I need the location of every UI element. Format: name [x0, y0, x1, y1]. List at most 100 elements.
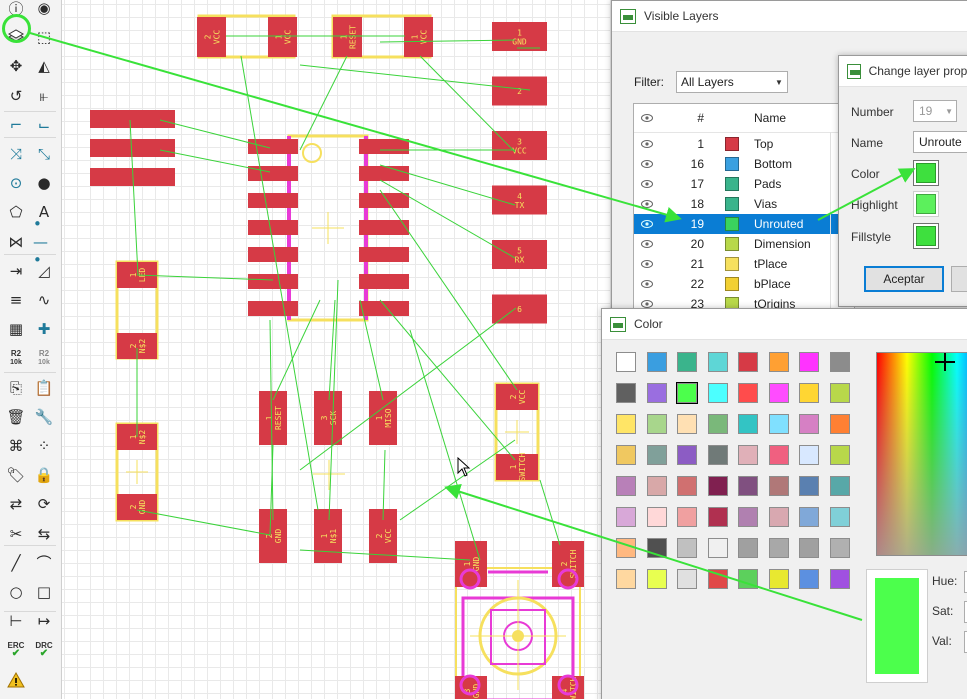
- basic-color-swatch[interactable]: [616, 476, 636, 496]
- eye-icon[interactable]: [634, 300, 660, 308]
- basic-color-swatch[interactable]: [829, 445, 850, 465]
- wave-icon[interactable]: ∿: [33, 289, 55, 311]
- basic-color-swatch[interactable]: [799, 476, 819, 496]
- filter-select[interactable]: All Layers ▼: [676, 71, 788, 93]
- eye-icon[interactable]: [634, 240, 660, 248]
- basic-color-swatch[interactable]: [646, 507, 667, 527]
- ic-pin[interactable]: [248, 166, 298, 181]
- pad[interactable]: 1RESET: [333, 17, 362, 57]
- eye-icon[interactable]: [634, 140, 660, 148]
- basic-color-swatch[interactable]: [738, 538, 758, 558]
- optimize-icon[interactable]: ⟳: [33, 493, 55, 515]
- pad[interactable]: 1VCC: [404, 17, 433, 57]
- basic-color-swatch[interactable]: [646, 476, 667, 496]
- signal-icon[interactable]: ⋈: [5, 231, 27, 253]
- icsp-pad[interactable]: 1N$1: [314, 509, 342, 563]
- header-pad[interactable]: 4 TX: [492, 185, 547, 215]
- basic-color-swatch[interactable]: [768, 507, 789, 527]
- package-icon[interactable]: ▦: [5, 318, 27, 340]
- header-pad[interactable]: 6: [492, 294, 547, 324]
- basic-color-swatch[interactable]: [799, 414, 819, 434]
- basic-color-swatch[interactable]: [646, 569, 667, 589]
- basic-color-swatch[interactable]: [616, 414, 636, 434]
- header-pad[interactable]: 2: [492, 76, 547, 106]
- layer-row[interactable]: 1 Top: [634, 134, 854, 154]
- delete-icon[interactable]: 🗑: [5, 406, 27, 428]
- ic-pin[interactable]: [248, 193, 298, 208]
- button-pad[interactable]: 3GND: [455, 676, 487, 699]
- basic-color-swatch[interactable]: [707, 383, 728, 403]
- basic-color-swatch[interactable]: [616, 383, 636, 403]
- button-pad[interactable]: 2SWITCH: [552, 541, 584, 587]
- basic-color-swatch[interactable]: [677, 476, 697, 496]
- ic-pin[interactable]: [359, 139, 409, 154]
- layer-row[interactable]: 20 Dimension: [634, 234, 854, 254]
- basic-color-swatch[interactable]: [677, 352, 697, 372]
- cut-icon[interactable]: ✂: [5, 523, 27, 545]
- basic-color-swatch[interactable]: [738, 445, 758, 465]
- basic-color-swatch[interactable]: [646, 383, 667, 403]
- ripup-icon[interactable]: ⌙: [33, 114, 55, 136]
- fillstyle-button[interactable]: [913, 223, 939, 249]
- basic-color-swatch[interactable]: [738, 383, 758, 403]
- group-icon[interactable]: ⁘: [33, 435, 55, 457]
- align-icon[interactable]: ⫦: [33, 85, 55, 107]
- basic-color-swatch[interactable]: [646, 414, 667, 434]
- basic-color-swatch[interactable]: [677, 445, 697, 465]
- basic-color-swatch[interactable]: [829, 352, 850, 372]
- basic-color-swatch[interactable]: [616, 445, 636, 465]
- replace-icon[interactable]: ⇄: [5, 493, 27, 515]
- lock-icon[interactable]: 🔒: [33, 464, 55, 486]
- layer-row[interactable]: 17 Pads: [634, 174, 854, 194]
- eye-icon[interactable]: [634, 160, 660, 168]
- basic-color-swatch[interactable]: [768, 383, 789, 403]
- basic-color-swatch[interactable]: [738, 352, 758, 372]
- eye-icon[interactable]: [634, 260, 660, 268]
- miter-icon[interactable]: ◿: [33, 260, 55, 282]
- basic-color-swatch[interactable]: [738, 569, 758, 589]
- dim-icon[interactable]: ⊢: [5, 610, 27, 632]
- basic-color-swatch[interactable]: [707, 569, 728, 589]
- ic-pin[interactable]: [359, 301, 409, 316]
- layer-row[interactable]: 16 Bottom: [634, 154, 854, 174]
- switch-pad[interactable]: 1SWITCH: [496, 452, 538, 481]
- select-icon[interactable]: ⬚: [33, 26, 55, 48]
- basic-color-swatch[interactable]: [738, 507, 758, 527]
- pad[interactable]: [90, 139, 175, 157]
- color-spectrum[interactable]: [876, 352, 967, 556]
- add-via-icon[interactable]: ⊙: [5, 172, 27, 194]
- basic-color-swatch[interactable]: [768, 538, 789, 558]
- basic-color-swatch[interactable]: [738, 414, 758, 434]
- basic-color-swatch[interactable]: [829, 383, 850, 403]
- smash-icon[interactable]: ⌘: [5, 435, 27, 457]
- basic-color-swatch[interactable]: [799, 352, 819, 372]
- basic-color-swatch[interactable]: [677, 507, 697, 527]
- pad[interactable]: 2VCC: [197, 17, 226, 57]
- header-pad[interactable]: 1 GND: [492, 22, 547, 51]
- switch-pad[interactable]: 2VCC: [496, 384, 538, 410]
- basic-color-swatch[interactable]: [829, 569, 850, 589]
- circle-icon[interactable]: ○: [5, 581, 27, 603]
- measure-icon[interactable]: ↦: [33, 610, 55, 632]
- move-icon[interactable]: ✥: [5, 55, 27, 77]
- ic-pin[interactable]: [359, 247, 409, 262]
- ic-pin[interactable]: [248, 247, 298, 262]
- resistor-pad[interactable]: 2GND: [117, 494, 157, 520]
- basic-color-swatch[interactable]: [646, 538, 667, 558]
- basic-color-swatch[interactable]: [799, 445, 819, 465]
- line-icon[interactable]: ╱: [5, 552, 27, 574]
- basic-color-swatch[interactable]: [676, 382, 698, 404]
- basic-color-swatch[interactable]: [799, 507, 819, 527]
- icsp-pad[interactable]: 3SCK: [314, 391, 342, 445]
- rect-icon[interactable]: □: [33, 581, 55, 603]
- layers-table[interactable]: # Name 1 Top 16 Bottom 17 Pads 18 Vias 19 Unroute…: [633, 103, 855, 313]
- basic-color-swatch[interactable]: [799, 538, 819, 558]
- eye-icon[interactable]: ◉: [33, 0, 55, 19]
- add-part-icon[interactable]: ✚: [33, 318, 55, 340]
- copy-icon[interactable]: ⎘: [5, 377, 27, 399]
- visible-layers-titlebar[interactable]: Visible Layers: [612, 1, 967, 32]
- wire-icon[interactable]: •—•: [33, 215, 55, 269]
- basic-color-swatch[interactable]: [738, 476, 758, 496]
- header-pad[interactable]: 3 VCC: [492, 131, 547, 160]
- hole-icon[interactable]: ●: [33, 172, 55, 194]
